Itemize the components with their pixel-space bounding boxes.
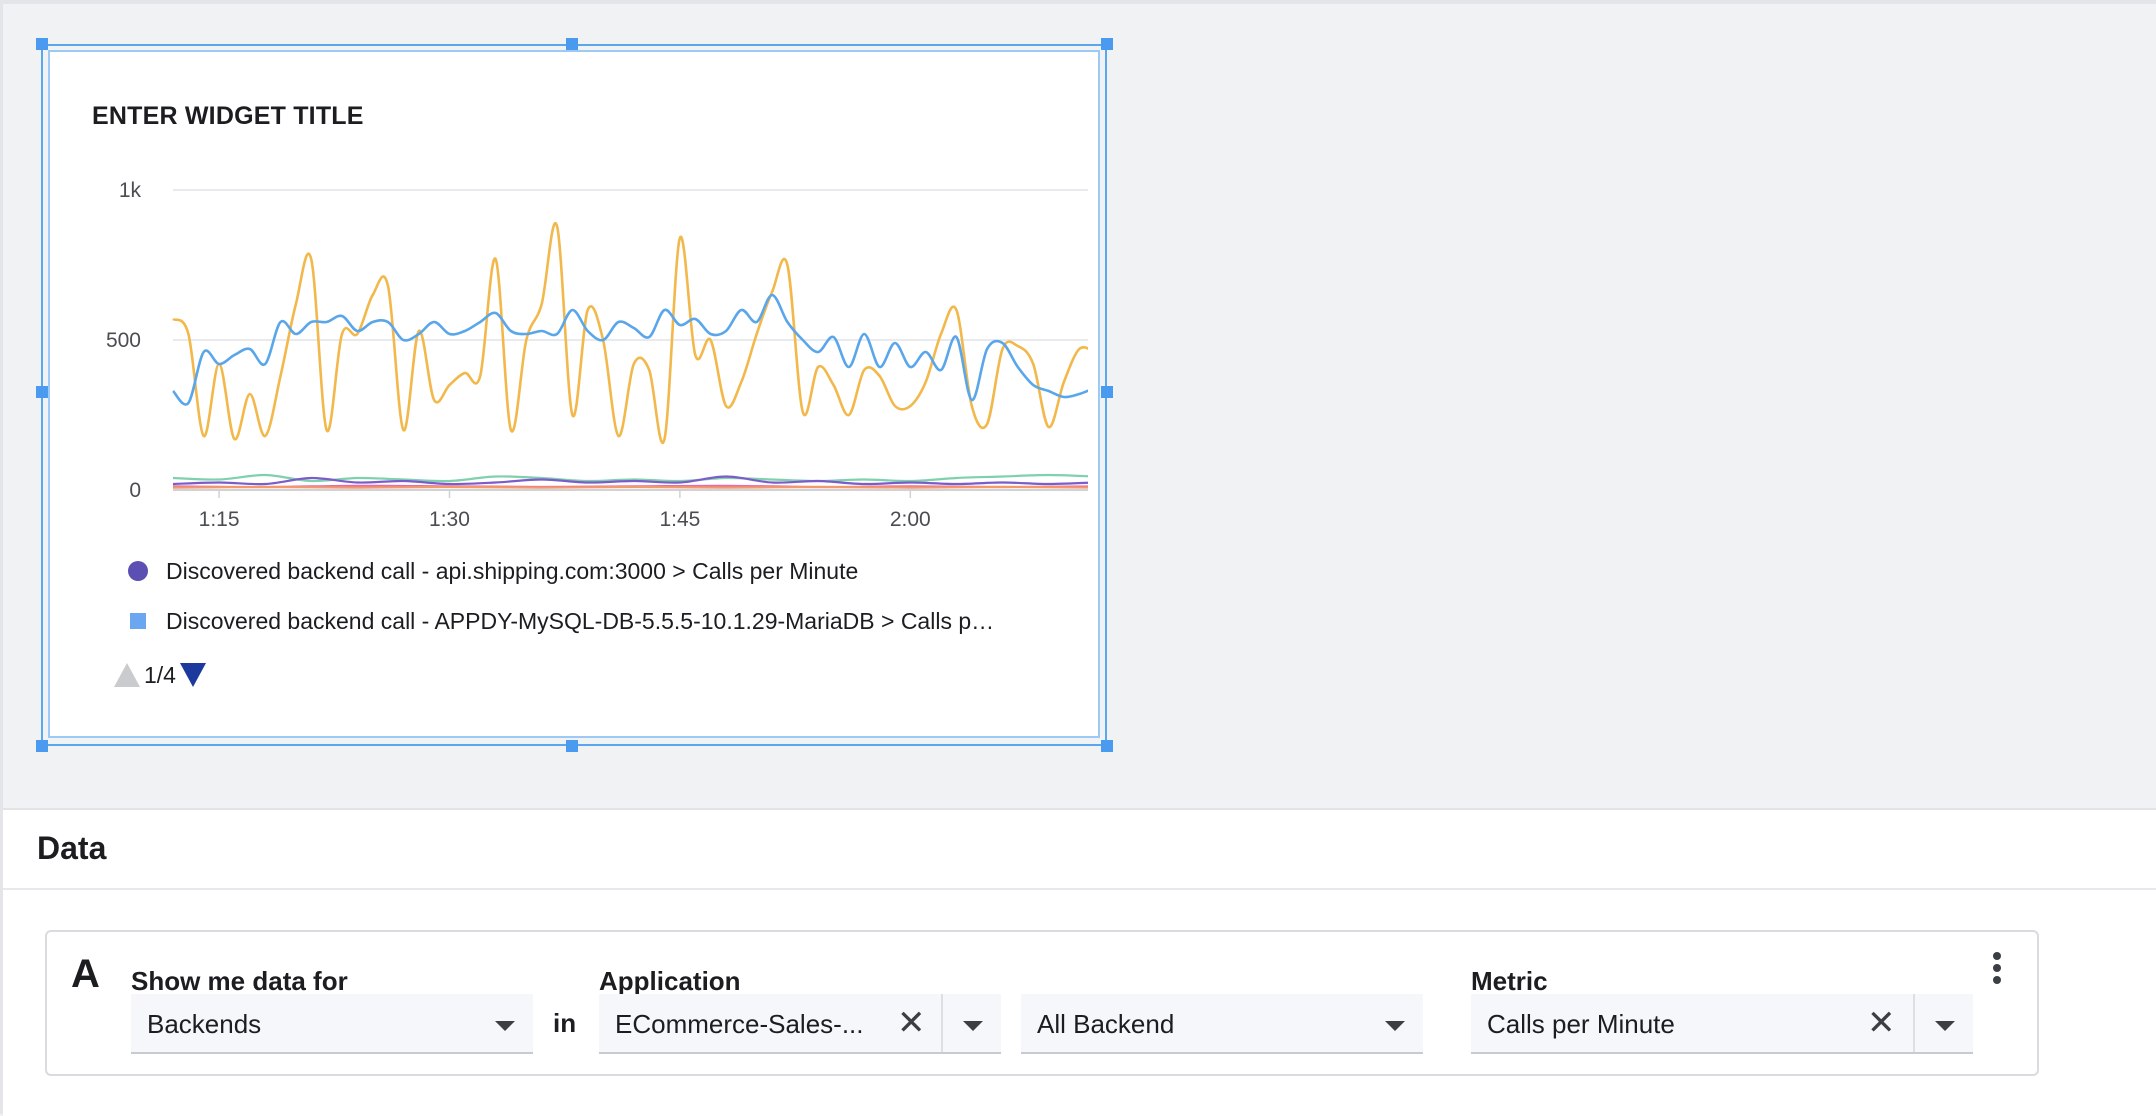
backend-value: All Backend: [1037, 1009, 1175, 1039]
data-type-value: Backends: [147, 1009, 262, 1039]
legend-item-mysql[interactable]: Discovered backend call - APPDY-MySQL-DB…: [128, 605, 994, 637]
data-panel: Data A Show me data for Backends in Appl…: [3, 808, 2156, 1116]
resize-handle-right[interactable]: [1101, 386, 1113, 398]
legend-item-shipping[interactable]: Discovered backend call - api.shipping.c…: [128, 555, 858, 587]
series-line-5: [172, 485, 1088, 489]
separator: [1913, 994, 1915, 1052]
separator: [941, 994, 943, 1052]
widget-title[interactable]: ENTER WIDGET TITLE: [92, 102, 364, 131]
application-select[interactable]: ECommerce-Sales-... ✕: [599, 994, 1001, 1054]
more-options-icon[interactable]: [1993, 952, 2003, 986]
backend-select[interactable]: All Backend: [1021, 994, 1423, 1054]
legend-label: Discovered backend call - APPDY-MySQL-DB…: [166, 607, 995, 634]
clear-icon[interactable]: ✕: [897, 1006, 926, 1040]
resize-handle-left[interactable]: [36, 386, 48, 398]
page-down-icon[interactable]: [179, 663, 206, 687]
legend-pager: 1/4: [114, 660, 206, 690]
resize-handle-bottom-left[interactable]: [36, 740, 48, 752]
query-row-a: A Show me data for Backends in Applicati…: [45, 930, 2039, 1076]
chevron-down-icon[interactable]: [963, 1021, 983, 1031]
legend-label: Discovered backend call - api.shipping.c…: [166, 557, 859, 584]
resize-handle-bottom[interactable]: [566, 740, 578, 752]
page-up-icon[interactable]: [114, 663, 140, 687]
resize-handle-bottom-right[interactable]: [1101, 740, 1113, 752]
resize-handle-top-left[interactable]: [36, 38, 48, 50]
clear-icon[interactable]: ✕: [1867, 1006, 1896, 1040]
series-line-0: [172, 221, 1088, 444]
application-label: Application: [599, 966, 741, 996]
resize-handle-top-right[interactable]: [1101, 38, 1113, 50]
data-heading: Data: [37, 830, 107, 866]
top-border: [0, 0, 2156, 4]
chevron-down-icon: [495, 1021, 515, 1031]
data-type-select[interactable]: Backends: [131, 994, 533, 1054]
metric-label: Metric: [1471, 966, 1548, 996]
legend-marker-square: [130, 613, 146, 629]
metric-select[interactable]: Calls per Minute ✕: [1471, 994, 1973, 1054]
in-label: in: [553, 1008, 577, 1038]
application-value: ECommerce-Sales-...: [615, 1009, 864, 1039]
x-tick-label: 1:15: [199, 508, 240, 531]
chevron-down-icon[interactable]: [1935, 1021, 1955, 1031]
y-tick-label: 1k: [119, 179, 142, 202]
show-me-data-label: Show me data for: [131, 966, 348, 996]
metric-value: Calls per Minute: [1487, 1009, 1675, 1039]
chevron-down-icon: [1385, 1021, 1405, 1031]
pager-text: 1/4: [144, 661, 176, 688]
x-tick-label: 1:30: [429, 508, 470, 531]
resize-handle-top[interactable]: [566, 38, 578, 50]
line-chart: 0 500 1k 1:15 1:30 1:45 2:00: [106, 179, 1088, 531]
y-tick-label: 0: [129, 479, 141, 502]
y-tick-label: 500: [106, 329, 141, 352]
row-letter: A: [71, 952, 100, 996]
x-tick-label: 1:45: [659, 508, 700, 531]
legend-marker-circle: [128, 561, 148, 581]
x-tick-label: 2:00: [890, 508, 931, 531]
divider: [3, 888, 2156, 890]
